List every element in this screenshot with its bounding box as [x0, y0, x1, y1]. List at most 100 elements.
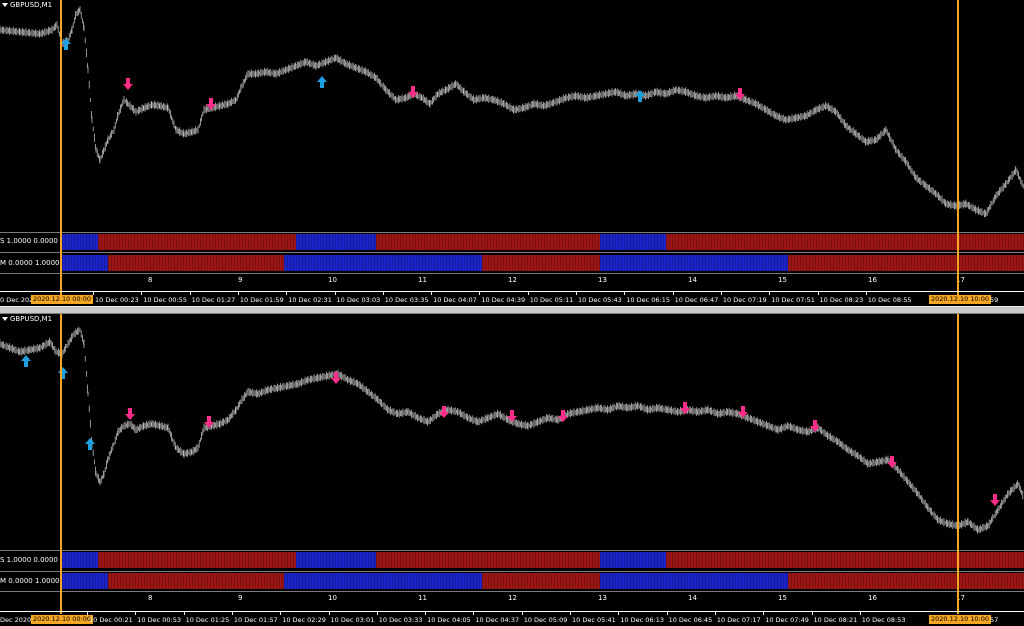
axis-tick [570, 612, 571, 615]
chart-window-1[interactable]: GBPUSD,M1 S 1.0000 0.0000 M 0.0000 1.000… [0, 0, 1024, 306]
axis-tick [189, 292, 191, 295]
subwindow-border[interactable] [0, 591, 1024, 592]
state-segment-red [482, 573, 600, 589]
time-highlight-start[interactable]: 2020.12.10 00:00 [31, 295, 94, 304]
axis-time-label: 10 Dec 06:47 [674, 296, 719, 304]
time-highlight-start[interactable]: 2020.12.10 00:00 [31, 615, 94, 624]
axis-tick [865, 292, 867, 295]
axis-time-label: 10 Dec 01:25 [185, 616, 230, 624]
time-axis[interactable]: 0 Dec 202 2020.12.10 00:00 10 Dec 00:23 10 … [0, 291, 1024, 306]
state-segment-red [788, 573, 1024, 589]
subwindow-border[interactable] [0, 571, 1024, 572]
axis-time-label: 10 Dec 04:05 [427, 616, 471, 624]
state-segment-red [376, 234, 600, 250]
window-separator[interactable] [0, 306, 1024, 314]
axis-time-label: 10 Dec 01:59 [239, 296, 284, 304]
axis-time-label: 10 Dec 05:43 [578, 296, 622, 304]
arrow-down-icon [125, 408, 135, 420]
vertical-line-start[interactable] [60, 314, 62, 614]
axis-tick [425, 612, 427, 615]
time-highlight-end[interactable]: 2020.12.10 10:00 [929, 295, 992, 304]
chart-window-2[interactable]: GBPUSD,M1 S 1.0000 0.0000 M 0.0000 1.000… [0, 314, 1024, 626]
subwindow-border[interactable] [0, 252, 1024, 253]
axis-time-label: 10 Dec 04:07 [433, 296, 477, 304]
axis-tick [527, 292, 529, 295]
period-label: 12 [508, 594, 517, 602]
period-label: 8 [148, 594, 153, 602]
axis-time-label: 10 Dec 00:53 [137, 616, 182, 624]
subwindow-label-m: M 0.0000 1.0000 [0, 576, 62, 586]
axis-time-label: 10 Dec 00:55 [143, 296, 188, 304]
price-chart[interactable] [0, 0, 1024, 232]
axis-time-label: 10 Dec 03:01 [330, 616, 375, 624]
arrow-up-icon [317, 76, 327, 88]
subwindow-border[interactable] [0, 232, 1024, 233]
axis-tick [93, 292, 94, 295]
period-label: 12 [508, 276, 517, 284]
state-segment-red [98, 552, 296, 568]
axis-time-label: 10 Dec 07:17 [716, 616, 761, 624]
time-highlight-end[interactable]: 2020.12.10 10:00 [929, 615, 992, 624]
state-segment-blue [62, 552, 98, 568]
state-segment-blue [600, 573, 788, 589]
axis-label-fragment: 57 [990, 616, 999, 624]
axis-tick [135, 612, 137, 615]
axis-tick [286, 292, 288, 295]
state-segment-red [788, 255, 1024, 271]
axis-tick [473, 612, 475, 615]
axis-time-label: 10 Dec 08:21 [813, 616, 858, 624]
arrow-up-icon [21, 355, 31, 367]
subwindow-label-s: S 1.0000 0.0000 [0, 555, 60, 565]
axis-tick [859, 612, 861, 615]
period-label: 10 [328, 276, 337, 284]
axis-time-label: 10 Dec 00:23 [95, 296, 139, 304]
axis-time-label: 10 Dec 00:21 [89, 616, 133, 624]
vertical-line-start[interactable] [60, 0, 62, 296]
axis-time-label: 10 Dec 01:57 [233, 616, 278, 624]
axis-time-label: 10 Dec 05:11 [529, 296, 574, 304]
axis-tick [666, 612, 668, 615]
axis-tick [769, 292, 771, 295]
axis-tick [87, 612, 88, 615]
axis-time-label: 10 Dec 06:13 [620, 616, 665, 624]
axis-tick [328, 612, 330, 615]
chart-title-text: GBPUSD,M1 [10, 1, 53, 9]
vertical-line-end[interactable] [957, 0, 959, 296]
price-series [0, 326, 1024, 534]
axis-time-label: 10 Dec 03:33 [378, 616, 423, 624]
subwindow-label-m: M 0.0000 1.0000 [0, 258, 62, 268]
period-label: 15 [778, 276, 787, 284]
axis-label-fragment: 0 Dec 202 [0, 296, 34, 304]
axis-time-label: 10 Dec 03:03 [336, 296, 381, 304]
axis-time-label: 10 Dec 02:29 [282, 616, 326, 624]
state-segment-blue [62, 255, 108, 271]
axis-time-label: 10 Dec 03:35 [384, 296, 429, 304]
period-label: 8 [148, 276, 153, 284]
period-label: 9 [238, 594, 243, 602]
state-segment-red [666, 552, 1024, 568]
triangle-down-icon[interactable] [2, 317, 8, 321]
subwindow-border[interactable] [0, 550, 1024, 551]
price-chart[interactable] [0, 314, 1024, 550]
period-label: 9 [238, 276, 243, 284]
state-bar-s [62, 234, 1024, 250]
axis-label-fragment: Dec 2020 [0, 616, 32, 624]
chart-title: GBPUSD,M1 [2, 1, 52, 9]
triangle-down-icon[interactable] [2, 3, 8, 7]
period-label-row: 8 9 10 11 12 13 14 15 16 17 [0, 276, 1024, 288]
axis-tick [811, 612, 813, 615]
axis-time-label: 10 Dec 04:37 [475, 616, 520, 624]
subwindow-border[interactable] [0, 273, 1024, 274]
time-axis[interactable]: Dec 2020 2020.12.10 00:00 10 Dec 00:21 10 D… [0, 611, 1024, 626]
axis-time-label: 10 Dec 07:19 [722, 296, 767, 304]
axis-tick [376, 612, 378, 615]
period-label: 10 [328, 594, 337, 602]
vertical-line-end[interactable] [957, 314, 959, 614]
price-series [0, 6, 1024, 217]
axis-time-label: 10 Dec 08:53 [861, 616, 906, 624]
state-bar-s [62, 552, 1024, 568]
period-label: 14 [688, 276, 697, 284]
state-segment-blue [296, 234, 376, 250]
axis-time-label: 10 Dec 05:41 [572, 616, 616, 624]
period-label: 11 [418, 594, 427, 602]
